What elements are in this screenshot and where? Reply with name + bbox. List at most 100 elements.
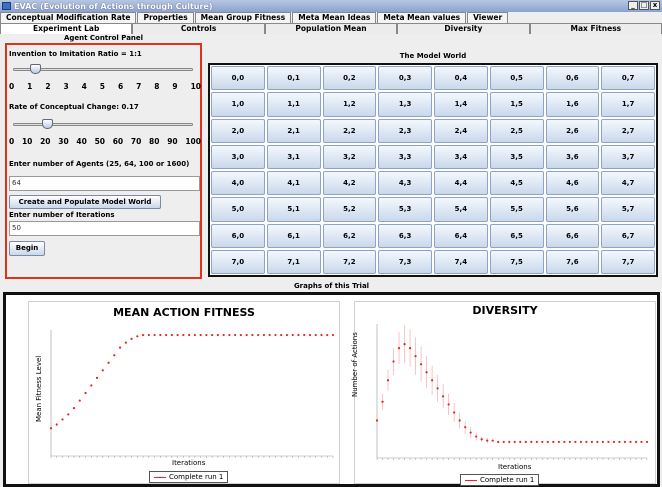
world-cell-5-6[interactable]: 5,6 [545,197,600,222]
world-cell-5-7[interactable]: 5,7 [601,197,655,222]
world-cell-4-1[interactable]: 4,1 [266,171,321,196]
world-cell-6-3[interactable]: 6,3 [378,223,432,248]
world-cell-4-2[interactable]: 4,2 [322,171,377,196]
world-cell-0-0[interactable]: 0,0 [211,66,265,91]
world-cell-7-0[interactable]: 7,0 [211,249,265,274]
world-cell-5-0[interactable]: 5,0 [211,197,265,222]
create-world-button[interactable]: Create and Populate Model World [9,195,161,209]
change-slider-thumb[interactable] [41,119,53,129]
world-cell-1-7[interactable]: 1,7 [601,92,655,117]
world-cell-3-0[interactable]: 3,0 [211,144,265,169]
tab-mean-group-fitness[interactable]: Mean Group Fitness [194,12,292,23]
world-cell-0-7[interactable]: 0,7 [601,66,655,91]
world-cell-4-3[interactable]: 4,3 [378,171,432,196]
world-cell-2-3[interactable]: 2,3 [378,118,432,143]
tab-diversity[interactable]: Diversity [397,23,530,34]
world-cell-5-2[interactable]: 5,2 [322,197,377,222]
close-icon[interactable]: x [650,1,660,10]
world-cell-3-1[interactable]: 3,1 [266,144,321,169]
world-cell-3-3[interactable]: 3,3 [378,144,432,169]
world-cell-6-7[interactable]: 6,7 [601,223,655,248]
world-cell-2-0[interactable]: 2,0 [211,118,265,143]
world-cell-2-5[interactable]: 2,5 [489,118,544,143]
chart-axes [50,330,333,457]
world-cell-6-1[interactable]: 6,1 [266,223,321,248]
world-cell-4-0[interactable]: 4,0 [211,171,265,196]
world-cell-3-4[interactable]: 3,4 [434,144,488,169]
world-cell-3-2[interactable]: 3,2 [322,144,377,169]
world-cell-5-1[interactable]: 5,1 [266,197,321,222]
world-cell-0-1[interactable]: 0,1 [266,66,321,91]
tab-experiment-lab[interactable]: Experiment Lab [0,23,133,34]
data-point [285,333,289,337]
world-cell-4-4[interactable]: 4,4 [434,171,488,196]
world-cell-1-4[interactable]: 1,4 [434,92,488,117]
world-cell-4-7[interactable]: 4,7 [601,171,655,196]
world-cell-5-5[interactable]: 5,5 [489,197,544,222]
world-cell-2-1[interactable]: 2,1 [266,118,321,143]
tab-viewer[interactable]: Viewer [467,12,509,23]
begin-button[interactable]: Begin [9,241,45,256]
world-cell-0-6[interactable]: 0,6 [545,66,600,91]
world-cell-1-2[interactable]: 1,2 [322,92,377,117]
world-cell-7-6[interactable]: 7,6 [545,249,600,274]
minimize-icon[interactable]: _ [628,1,638,10]
world-cell-6-2[interactable]: 6,2 [322,223,377,248]
world-cell-2-4[interactable]: 2,4 [434,118,488,143]
world-cell-7-7[interactable]: 7,7 [601,249,655,274]
world-cell-2-6[interactable]: 2,6 [545,118,600,143]
agents-input[interactable]: 64 [9,176,200,191]
data-point [480,438,483,441]
world-cell-0-5[interactable]: 0,5 [489,66,544,91]
world-cell-6-4[interactable]: 6,4 [434,223,488,248]
tab-conceptual-modification-rate[interactable]: Conceptual Modification Rate [0,12,137,23]
world-cell-0-3[interactable]: 0,3 [378,66,432,91]
data-point [205,333,208,337]
data-point [234,333,237,337]
world-cell-4-6[interactable]: 4,6 [545,171,600,196]
data-point [130,337,133,340]
world-cell-0-2[interactable]: 0,2 [322,66,377,91]
world-cell-6-5[interactable]: 6,5 [489,223,544,248]
world-cell-2-2[interactable]: 2,2 [322,118,377,143]
world-cell-7-4[interactable]: 7,4 [434,249,488,274]
world-cell-7-3[interactable]: 7,3 [378,249,432,274]
ratio-slider[interactable] [13,64,193,74]
ratio-slider-thumb[interactable] [30,64,41,74]
change-tick-50: 50 [94,137,105,146]
world-cell-7-1[interactable]: 7,1 [266,249,321,274]
data-point [147,333,150,337]
tab-properties[interactable]: Properties [137,12,194,23]
world-cell-1-0[interactable]: 1,0 [211,92,265,117]
world-cell-3-5[interactable]: 3,5 [489,144,544,169]
world-cell-0-4[interactable]: 0,4 [434,66,488,91]
change-slider[interactable] [13,119,193,129]
world-cell-2-7[interactable]: 2,7 [601,118,655,143]
world-cell-5-3[interactable]: 5,3 [378,197,432,222]
world-cell-1-1[interactable]: 1,1 [266,92,321,117]
tab-population-mean[interactable]: Population Mean [264,23,398,34]
tab-controls[interactable]: Controls [132,23,265,34]
ratio-tick-8: 8 [154,82,160,91]
world-cell-7-2[interactable]: 7,2 [322,249,377,274]
data-point [386,379,390,382]
world-cell-1-5[interactable]: 1,5 [489,92,544,117]
world-cell-3-7[interactable]: 3,7 [601,144,655,169]
data-point [491,439,494,442]
world-cell-1-3[interactable]: 1,3 [378,92,432,117]
world-cell-7-5[interactable]: 7,5 [489,249,544,274]
world-cell-3-6[interactable]: 3,6 [545,144,600,169]
world-cell-5-4[interactable]: 5,4 [434,197,488,222]
world-cell-6-6[interactable]: 6,6 [545,223,600,248]
tab-meta-mean-values[interactable]: Meta Mean values [377,12,467,23]
tab-max-fitness[interactable]: Max Fitness [529,23,662,34]
world-cell-6-0[interactable]: 6,0 [211,223,265,248]
iterations-input[interactable]: 50 [9,221,200,236]
tab-meta-mean-ideas[interactable]: Meta Mean Ideas [292,12,377,23]
world-cell-4-5[interactable]: 4,5 [489,171,544,196]
world-cell-1-6[interactable]: 1,6 [545,92,600,117]
data-point [280,333,283,337]
data-point [239,333,243,337]
maximize-icon[interactable]: □ [639,1,649,10]
data-point [101,369,104,372]
